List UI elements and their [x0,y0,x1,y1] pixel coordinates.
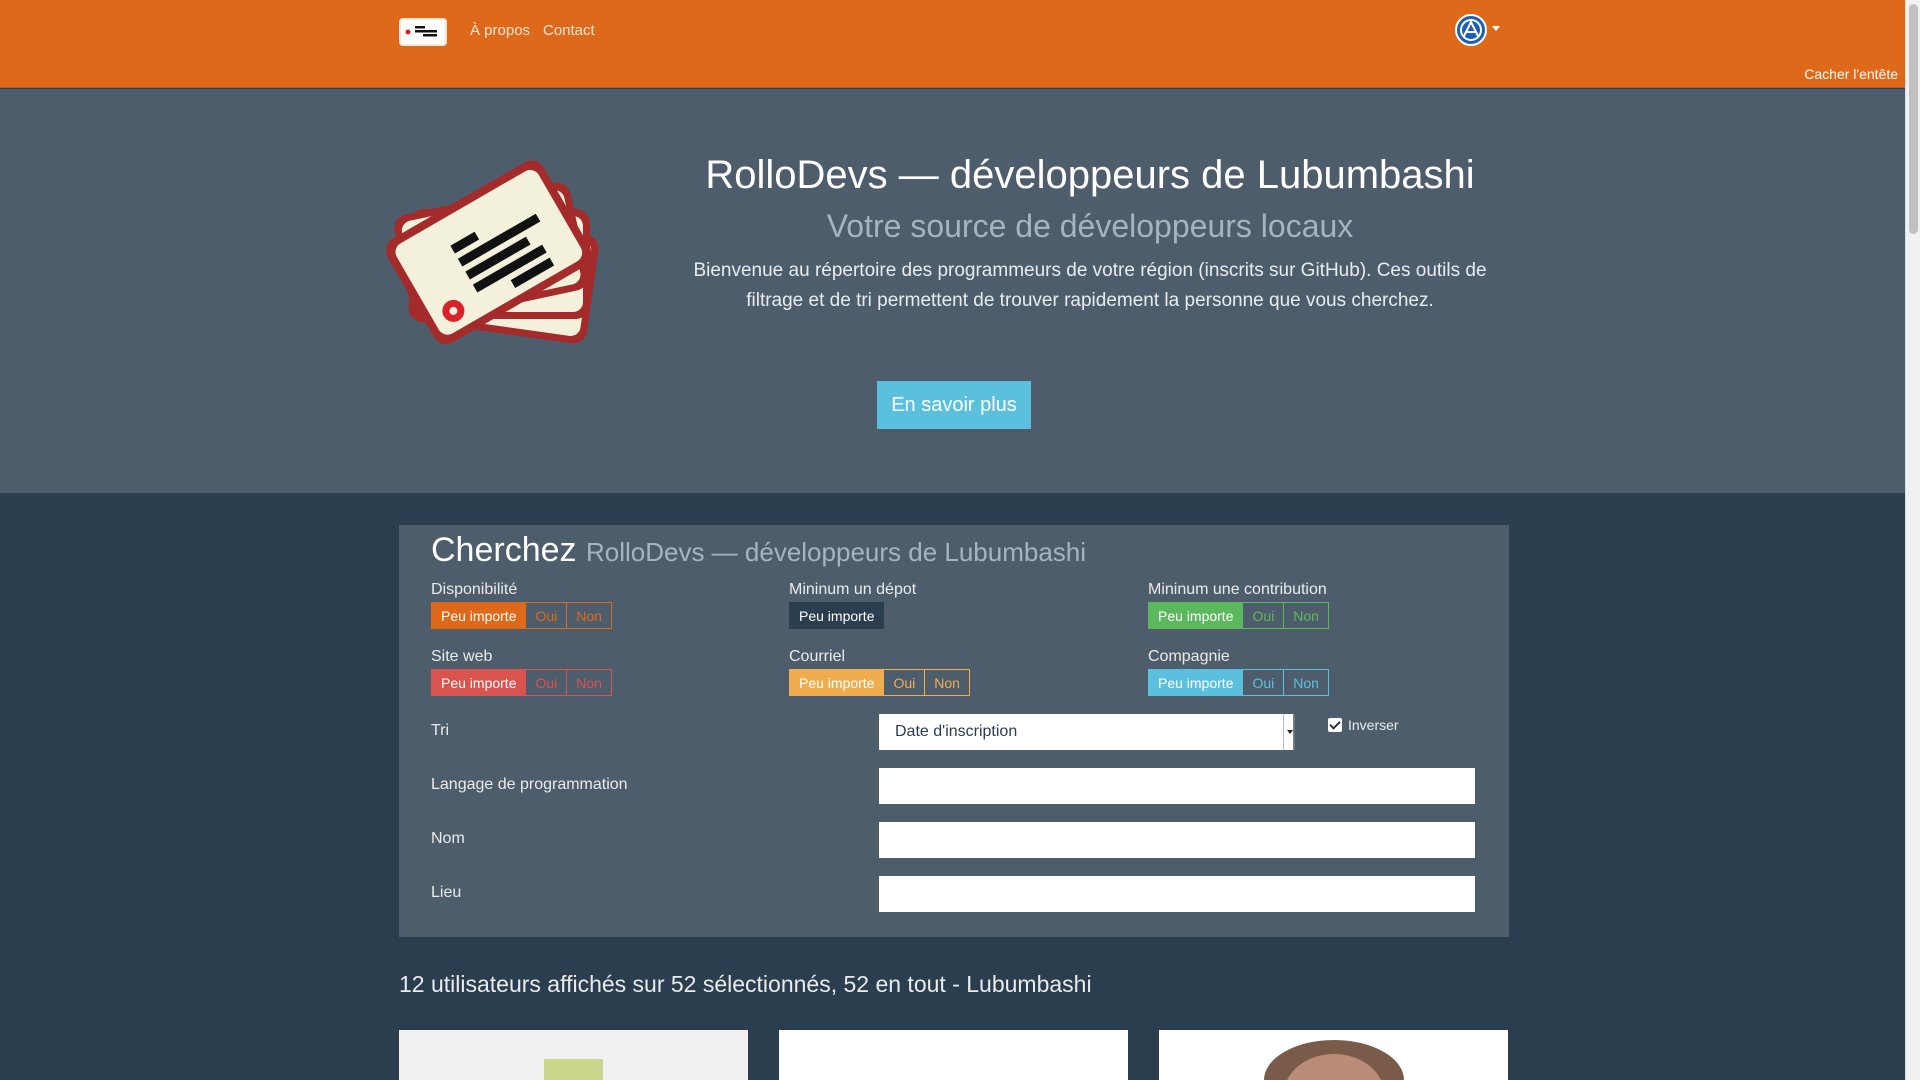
hide-header-link[interactable]: Cacher l'entête [1804,66,1898,82]
avatar [1264,1040,1404,1080]
website-no-button[interactable]: Non [567,669,612,696]
rolodex-card-icon [405,26,437,37]
filter-website-group: Peu importe Oui Non [431,669,612,696]
filter-email-label: Courriel [789,648,846,665]
company-yes-button[interactable]: Oui [1243,669,1285,696]
checkbox-checked-icon [1328,718,1342,732]
filter-min-contribution-label: Mininum une contribution [1148,581,1327,598]
navbar: À propos Contact Cacher l'entête [0,0,1905,88]
search-title-subtitle: RolloDevs — développeurs de Lubumbashi [585,537,1087,567]
nav-about-link[interactable]: À propos [470,22,530,39]
email-yes-button[interactable]: Oui [884,669,926,696]
user-card[interactable] [1159,1030,1508,1080]
hero-subtitle: Votre source de développeurs locaux [826,208,1354,244]
location-label: Lieu [431,884,462,901]
brand-logo[interactable] [399,18,447,46]
language-dropdown-toggle[interactable] [1455,14,1503,46]
search-title-main: Cherchez [431,531,577,569]
language-label: Langage de programmation [431,776,628,793]
website-any-button[interactable]: Peu importe [431,669,527,696]
availability-yes-button[interactable]: Oui [526,602,568,629]
page-scrollbar[interactable] [1905,0,1920,1080]
min-contribution-yes-button[interactable]: Oui [1243,602,1285,629]
scrollbar-thumb[interactable] [1909,4,1918,234]
learn-more-button[interactable]: En savoir plus [877,381,1031,429]
select-arrow-icon [1283,714,1295,750]
inverse-label: Inverser [1348,717,1399,733]
filter-availability-label: Disponibilité [431,581,518,598]
hero-jumbotron: RolloDevs — développeurs de Lubumbashi V… [0,89,1905,493]
filter-company-label: Compagnie [1148,648,1230,665]
name-label: Nom [431,830,465,847]
user-card[interactable] [399,1030,748,1080]
caret-down-icon [1492,26,1500,31]
availability-any-button[interactable]: Peu importe [431,602,527,629]
company-any-button[interactable]: Peu importe [1148,669,1244,696]
sort-select-value: Date d'inscription [895,723,1018,740]
sort-select[interactable]: Date d'inscription [879,714,1295,750]
hero-description: Bienvenue au répertoire des programmeurs… [693,260,1487,311]
filter-min-contribution-group: Peu importe Oui Non [1148,602,1329,629]
rolodex-logo-icon [386,160,599,345]
company-no-button[interactable]: Non [1284,669,1329,696]
inverse-checkbox[interactable]: Inverser [1328,717,1399,733]
search-title: Cherchez RolloDevs — développeurs de Lub… [431,531,1086,570]
globe-icon [1455,14,1487,46]
filter-min-repo-group: Peu importe [789,602,916,629]
name-input[interactable] [879,822,1475,858]
filter-website-label: Site web [431,648,493,665]
filter-email-group: Peu importe Oui Non [789,669,970,696]
filter-email: Courriel Peu importe Oui Non [789,648,970,696]
min-contribution-any-button[interactable]: Peu importe [1148,602,1244,629]
location-input[interactable] [879,876,1475,912]
filter-availability-group: Peu importe Oui Non [431,602,612,629]
filter-min-contribution: Mininum une contribution Peu importe Oui… [1148,581,1329,629]
language-input[interactable] [879,768,1475,804]
filter-company-group: Peu importe Oui Non [1148,669,1329,696]
avatar [544,1059,603,1080]
user-card[interactable] [779,1030,1128,1080]
search-panel: Cherchez RolloDevs — développeurs de Lub… [399,525,1509,937]
filter-availability: Disponibilité Peu importe Oui Non [431,581,612,629]
min-repo-any-button[interactable]: Peu importe [789,602,885,629]
filter-min-repo: Mininum un dépot Peu importe [789,581,916,629]
website-yes-button[interactable]: Oui [526,669,568,696]
nav-contact-link[interactable]: Contact [543,22,595,39]
hero-title: RolloDevs — développeurs de Lubumbashi [705,153,1475,197]
email-any-button[interactable]: Peu importe [789,669,885,696]
filter-website: Site web Peu importe Oui Non [431,648,612,696]
filter-company: Compagnie Peu importe Oui Non [1148,648,1329,696]
sort-label: Tri [431,722,450,739]
min-contribution-no-button[interactable]: Non [1284,602,1329,629]
email-no-button[interactable]: Non [925,669,970,696]
availability-no-button[interactable]: Non [567,602,612,629]
results-heading: 12 utilisateurs affichés sur 52 sélectio… [399,971,1092,997]
filter-min-repo-label: Mininum un dépot [789,581,917,598]
page: À propos Contact Cacher l'entête RolloDe… [0,0,1905,1080]
